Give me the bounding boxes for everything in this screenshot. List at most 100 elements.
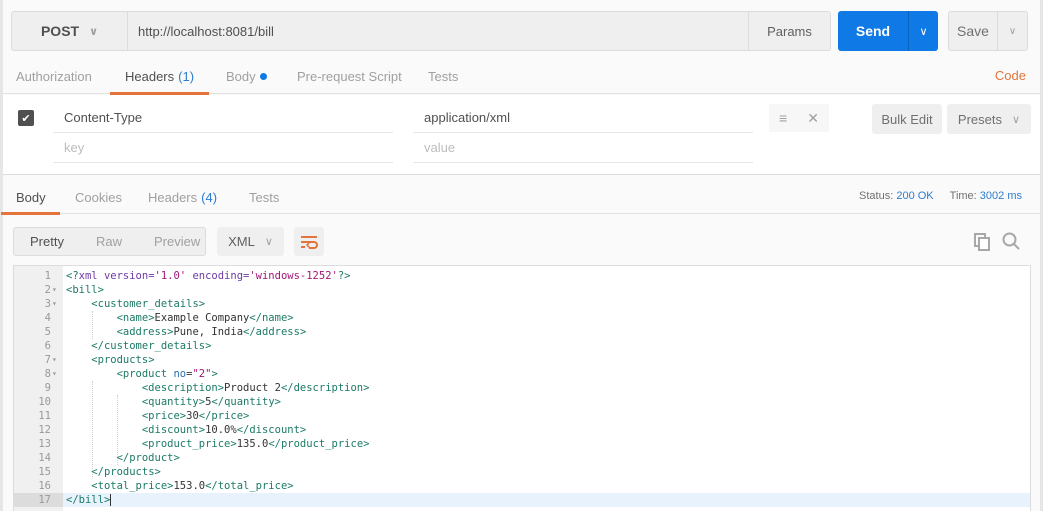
code-line: 7 ▾ <products> xyxy=(14,353,1030,367)
tab-response-body[interactable]: Body xyxy=(1,180,60,215)
tab-label: Headers xyxy=(148,189,198,205)
indent-guide xyxy=(92,311,94,339)
line-number: 17 xyxy=(14,493,63,507)
url-input[interactable] xyxy=(128,12,748,50)
wrap-lines-icon xyxy=(301,235,318,249)
code-text: <discount>10.0%</discount> xyxy=(141,424,307,436)
status-value: 200 OK xyxy=(896,190,934,202)
code-line: 13 <product_price>135.0</product_price> xyxy=(14,437,1030,451)
wrap-lines-button[interactable] xyxy=(294,227,324,256)
tab-pre-request-script[interactable]: Pre-request Script xyxy=(297,58,402,94)
fold-toggle-icon[interactable]: ▾ xyxy=(52,353,57,367)
code-line: 14 </product> xyxy=(14,451,1030,465)
save-button-group: Save ∨ xyxy=(948,11,1028,51)
line-number: 6 xyxy=(44,340,51,352)
hamburger-icon[interactable]: ≡ xyxy=(779,110,787,126)
response-body-editor[interactable]: 1 <?xml version='1.0' encoding='windows-1… xyxy=(13,265,1031,511)
text-cursor xyxy=(110,494,112,506)
request-bar: POST ∨ Params xyxy=(11,11,831,51)
code-text: <address>Pune, India</address> xyxy=(116,326,307,338)
tab-cookies[interactable]: Cookies xyxy=(75,180,122,214)
method-select[interactable]: POST ∨ xyxy=(12,12,128,50)
code-text: </bill> xyxy=(66,494,112,506)
modified-dot-icon xyxy=(259,72,267,80)
code-line: 1 <?xml version='1.0' encoding='windows-1… xyxy=(14,269,1030,283)
code-text: <total_price>153.0</total_price> xyxy=(91,480,294,492)
code-text: <product_price>135.0</product_price> xyxy=(141,438,370,450)
fold-toggle-icon[interactable]: ▾ xyxy=(52,283,57,297)
save-button[interactable]: Save xyxy=(949,12,997,50)
code-text: <description>Product 2</description> xyxy=(141,382,370,394)
tab-authorization[interactable]: Authorization xyxy=(16,58,92,94)
send-button[interactable]: Send xyxy=(838,11,908,51)
new-header-key-input[interactable]: key xyxy=(53,133,393,163)
view-raw[interactable]: Raw xyxy=(80,234,138,249)
header-row-actions: ≡ ✕ xyxy=(769,104,829,132)
new-header-row: key value xyxy=(53,133,753,163)
code-text: <?xml version='1.0' encoding='windows-12… xyxy=(66,270,351,282)
search-icon[interactable] xyxy=(1001,231,1021,251)
send-button-group: Send ∨ xyxy=(838,11,938,51)
send-options-chevron-down-icon[interactable]: ∨ xyxy=(908,11,938,51)
request-tabs: Authorization Headers (1) Body Pre-reque… xyxy=(3,58,1040,95)
time-label: Time: xyxy=(949,190,977,202)
chevron-down-icon: ∨ xyxy=(264,236,273,248)
tab-label: Tests xyxy=(428,68,459,84)
line-number: 10 xyxy=(38,396,51,408)
header-key-input[interactable]: Content-Type xyxy=(53,103,393,133)
line-number: 1 xyxy=(44,270,51,282)
view-pretty[interactable]: Pretty xyxy=(14,234,80,249)
tab-tests[interactable]: Tests xyxy=(428,58,458,94)
code-line: 2 ▾ <bill> xyxy=(14,283,1030,297)
code-line: 5 <address>Pune, India</address> xyxy=(14,325,1030,339)
copy-icon[interactable] xyxy=(972,231,992,251)
headers-count: (4) xyxy=(201,189,218,205)
params-button[interactable]: Params xyxy=(748,12,830,50)
code-text: <product no="2"> xyxy=(116,368,218,380)
tab-label: Tests xyxy=(249,189,280,205)
line-number: 12 xyxy=(38,424,51,436)
code-text: <products> xyxy=(91,354,155,366)
code-text: </products> xyxy=(91,466,161,478)
code-text: <quantity>5</quantity> xyxy=(141,396,281,408)
status-label: Status: xyxy=(859,190,894,202)
code-line: 3 ▾ <customer_details> xyxy=(14,297,1030,311)
tab-label: Cookies xyxy=(75,189,122,205)
code-line: 8 ▾ <product no="2"> xyxy=(14,367,1030,381)
fold-toggle-icon[interactable]: ▾ xyxy=(52,367,57,381)
line-number: 11 xyxy=(38,410,51,422)
line-number: 9 xyxy=(44,382,51,394)
code-link[interactable]: Code xyxy=(995,68,1026,83)
close-icon[interactable]: ✕ xyxy=(807,110,819,127)
view-mode-group: Pretty Raw Preview xyxy=(13,227,206,256)
code-text: </customer_details> xyxy=(91,340,212,352)
tab-label: Headers xyxy=(125,68,175,84)
fold-toggle-icon[interactable]: ▾ xyxy=(52,297,57,311)
save-options-chevron-down-icon[interactable]: ∨ xyxy=(997,12,1027,50)
format-select[interactable]: XML ∨ xyxy=(217,227,284,256)
tab-label: Body xyxy=(16,189,46,205)
code-line: 10 <quantity>5</quantity> xyxy=(14,395,1030,409)
header-value-input[interactable]: application/xml xyxy=(413,103,753,133)
code-line: 16 <total_price>153.0</total_price> xyxy=(14,479,1030,493)
tab-response-tests[interactable]: Tests xyxy=(249,180,279,214)
tab-headers[interactable]: Headers (1) xyxy=(109,58,210,95)
new-header-value-input[interactable]: value xyxy=(413,133,753,163)
presets-button[interactable]: Presets ∨ xyxy=(947,104,1031,134)
tab-label: Authorization xyxy=(16,68,92,84)
tab-body[interactable]: Body xyxy=(226,58,267,94)
tab-label: Body xyxy=(226,68,256,84)
code-line: 15 </products> xyxy=(14,465,1030,479)
line-number: 13 xyxy=(38,438,51,450)
code-text: <name>Example Company</name> xyxy=(116,312,294,324)
line-number: 4 xyxy=(44,312,51,324)
time-info: Time: 3002 ms xyxy=(950,190,1022,202)
headers-count: (1) xyxy=(178,68,195,84)
view-preview[interactable]: Preview xyxy=(138,234,216,249)
tab-response-headers[interactable]: Headers (4) xyxy=(148,180,217,214)
line-number: 14 xyxy=(38,452,51,464)
method-label: POST xyxy=(40,23,80,39)
header-enabled-checkbox[interactable]: ✔ xyxy=(18,110,34,126)
bulk-edit-button[interactable]: Bulk Edit xyxy=(872,104,942,134)
postman-window: POST ∨ Params Send ∨ Save ∨ Authorizatio… xyxy=(0,0,1043,511)
